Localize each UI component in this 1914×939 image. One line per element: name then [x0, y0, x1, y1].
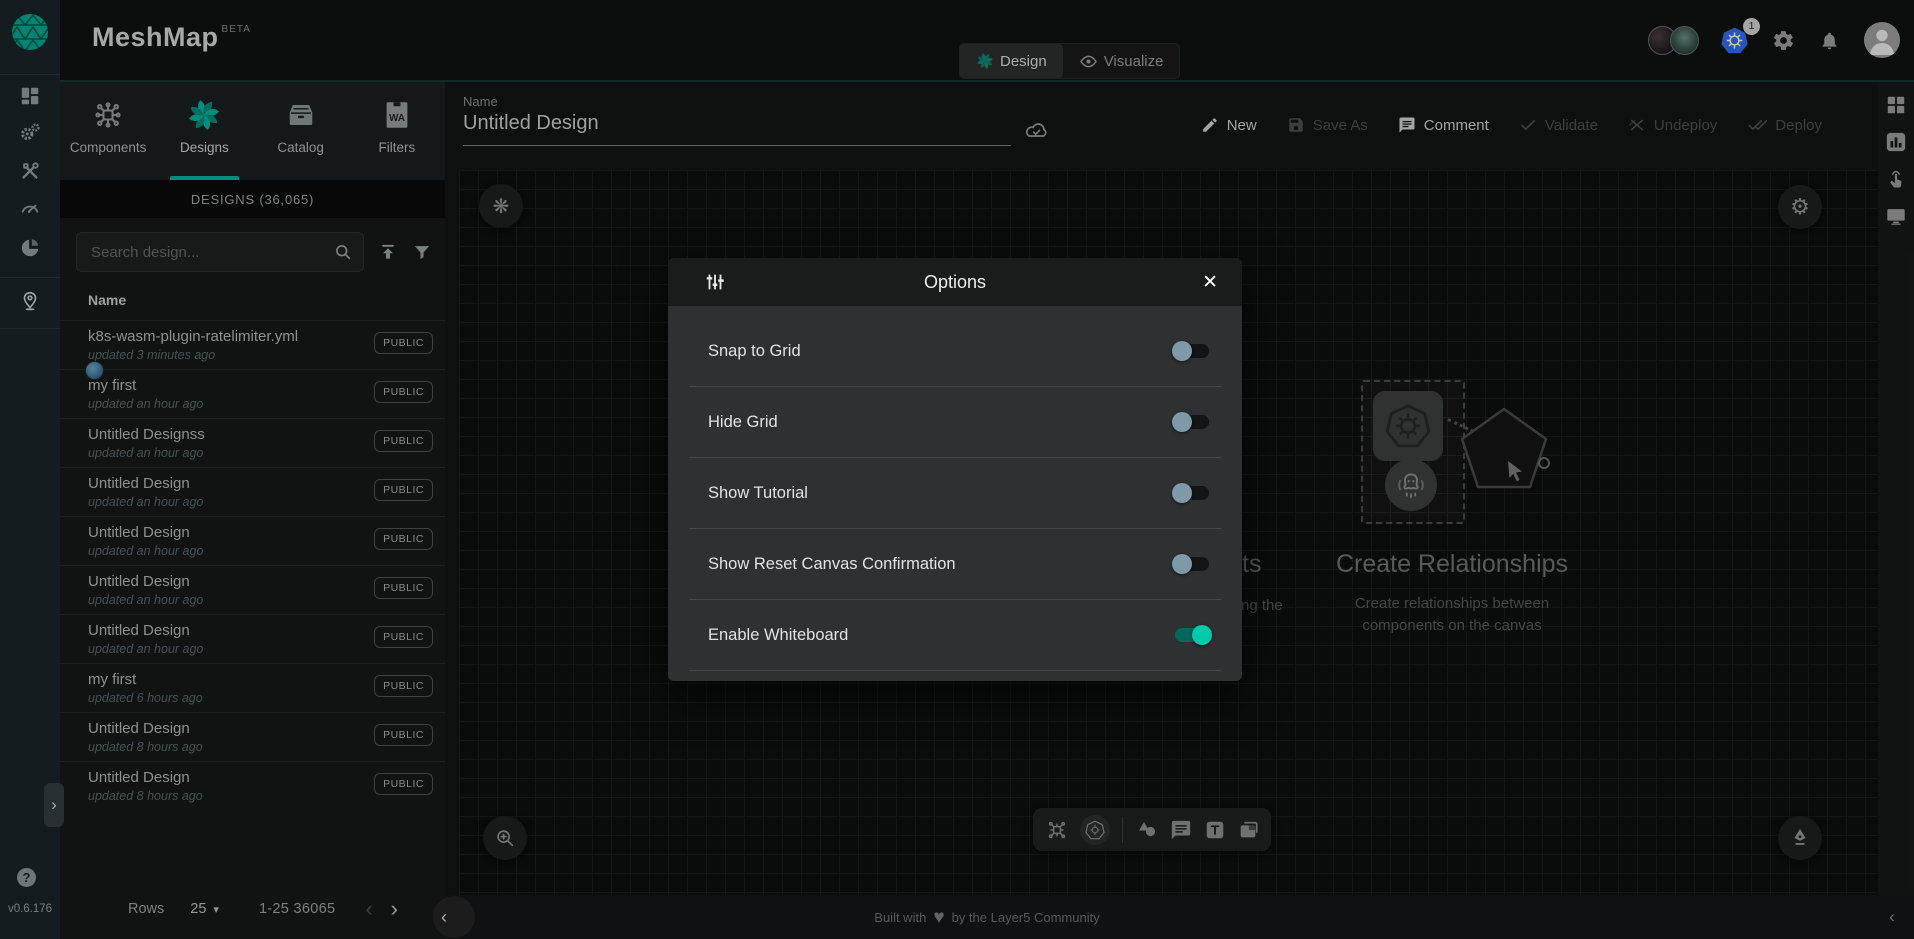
option-label: Snap to Grid	[689, 342, 801, 361]
option-row: Show Reset Canvas Confirmation	[689, 529, 1221, 600]
option-row: Snap to Grid	[689, 316, 1221, 387]
option-toggle[interactable]	[1175, 486, 1209, 500]
option-label: Show Tutorial	[689, 484, 808, 503]
option-row: Enable Whiteboard	[689, 600, 1221, 671]
meshmap-app: › ? v0.6.176 MeshMap BETA Design	[0, 0, 1914, 939]
option-row: Hide Grid	[689, 387, 1221, 458]
options-modal-title: Options	[668, 272, 1242, 293]
toggle-knob	[1192, 625, 1212, 645]
options-modal: Options ✕ Snap to Grid Hide Grid Show Tu…	[668, 258, 1242, 681]
option-toggle[interactable]	[1175, 557, 1209, 571]
options-modal-header: Options ✕	[668, 258, 1242, 306]
option-label: Show Reset Canvas Confirmation	[689, 555, 956, 574]
option-label: Hide Grid	[689, 413, 778, 432]
close-icon[interactable]: ✕	[1202, 271, 1218, 294]
toggle-knob	[1172, 341, 1192, 361]
option-toggle[interactable]	[1175, 415, 1209, 429]
toggle-knob	[1172, 483, 1192, 503]
option-row: Show Tutorial	[689, 458, 1221, 529]
option-label: Enable Whiteboard	[689, 626, 848, 645]
toggle-knob	[1172, 554, 1192, 574]
option-toggle[interactable]	[1175, 628, 1209, 642]
option-toggle[interactable]	[1175, 344, 1209, 358]
options-list: Snap to Grid Hide Grid Show Tutorial	[668, 306, 1242, 681]
toggle-knob	[1172, 412, 1192, 432]
